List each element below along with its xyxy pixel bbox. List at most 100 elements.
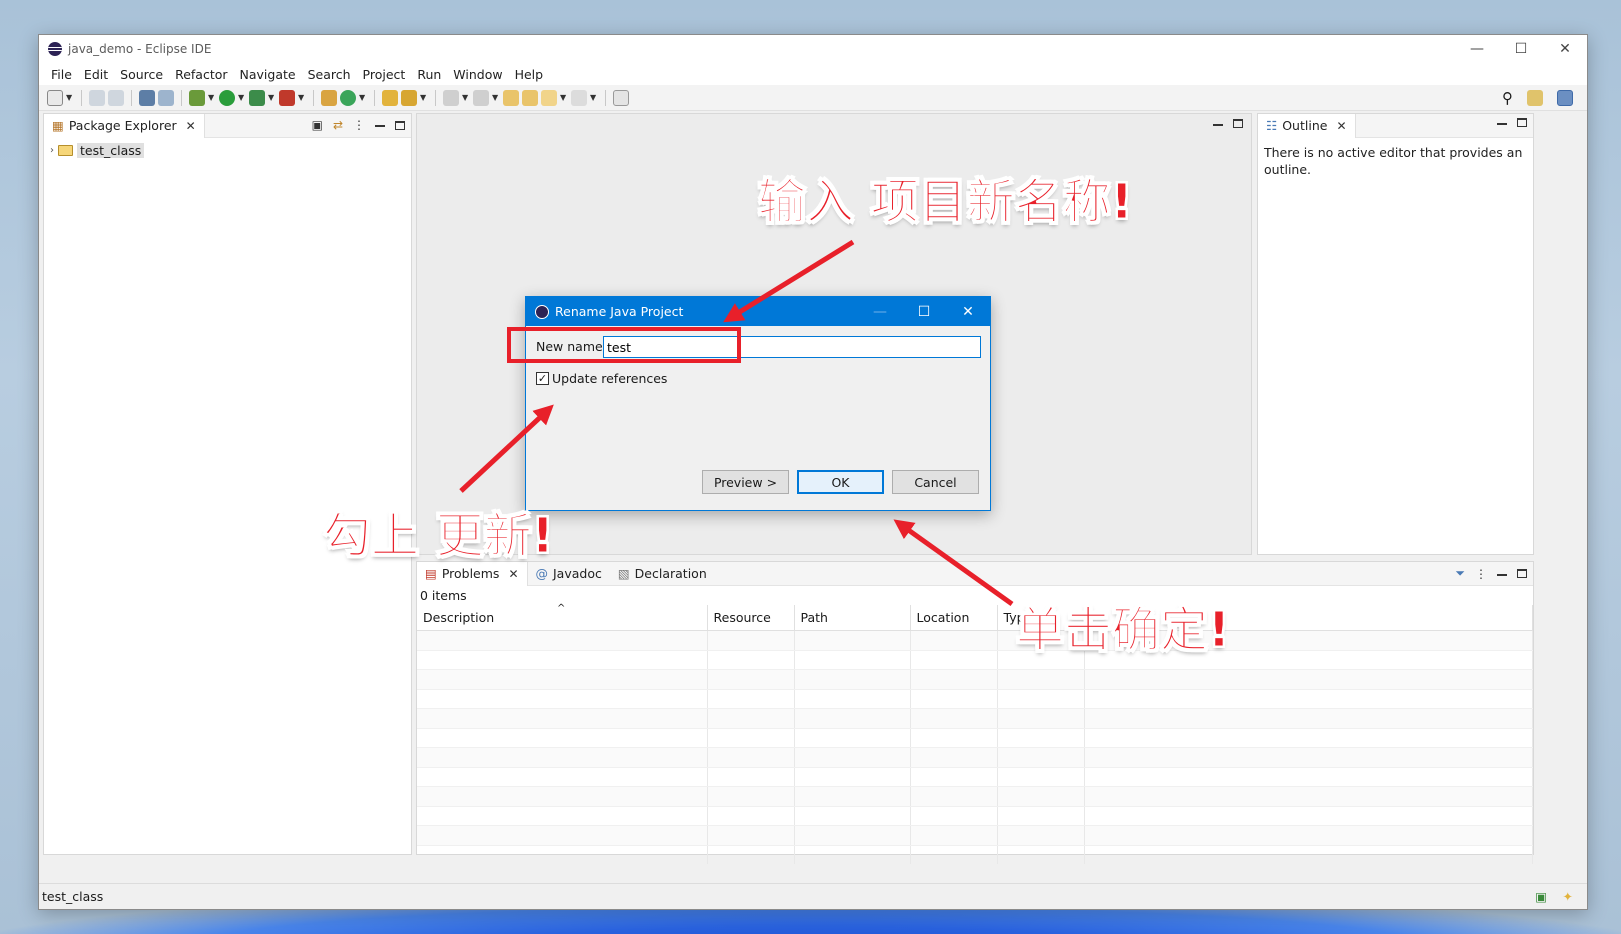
- column-location[interactable]: Location: [910, 605, 998, 631]
- column-description[interactable]: Description ^: [417, 603, 708, 631]
- close-icon[interactable]: ✕: [508, 567, 518, 581]
- table-row: [417, 728, 1533, 748]
- next-annotation-icon[interactable]: [443, 89, 459, 106]
- forward-edit-icon[interactable]: [522, 89, 538, 106]
- pin-editor-icon[interactable]: [613, 89, 629, 106]
- checkbox-checked-icon[interactable]: ✓: [536, 372, 549, 385]
- tab-declaration[interactable]: ▧ Declaration: [610, 562, 715, 586]
- minimize-view-icon[interactable]: [375, 125, 385, 128]
- close-button[interactable]: ✕: [1543, 35, 1587, 63]
- collapse-all-icon[interactable]: ▣: [312, 118, 323, 132]
- preview-button[interactable]: Preview >: [702, 470, 789, 494]
- column-resource[interactable]: Resource: [707, 605, 795, 631]
- close-icon[interactable]: ✕: [1336, 119, 1346, 133]
- java-perspective-icon[interactable]: [1557, 90, 1573, 106]
- open-type-icon[interactable]: [382, 89, 398, 106]
- dialog-title: Rename Java Project: [555, 304, 684, 319]
- maximize-editor-icon[interactable]: [1233, 119, 1243, 128]
- menu-source[interactable]: Source: [114, 67, 169, 82]
- tree-item-label: test_class: [77, 142, 145, 158]
- save-icon[interactable]: [89, 89, 105, 106]
- prev-annotation-icon[interactable]: [473, 89, 489, 106]
- dialog-maximize-icon[interactable]: ☐: [902, 297, 946, 326]
- tip-lightbulb-icon[interactable]: ✦: [1563, 889, 1573, 904]
- dialog-close-icon[interactable]: ✕: [946, 297, 990, 326]
- menu-project[interactable]: Project: [357, 67, 412, 82]
- minimize-view-icon[interactable]: [1497, 573, 1507, 577]
- next-annotation-dropdown-icon[interactable]: ▼: [462, 93, 470, 102]
- coverage-icon[interactable]: [249, 89, 265, 106]
- minimize-button[interactable]: —: [1455, 35, 1499, 63]
- chevron-right-icon[interactable]: ›: [50, 145, 54, 156]
- debug-icon[interactable]: [189, 89, 205, 106]
- tab-package-explorer[interactable]: ▦ Package Explorer ✕: [44, 113, 205, 138]
- maximize-button[interactable]: ☐: [1499, 35, 1543, 63]
- filter-icon[interactable]: ⏷: [1455, 566, 1465, 581]
- back-dropdown-icon[interactable]: ▼: [560, 93, 568, 102]
- save-all-icon[interactable]: [108, 89, 124, 106]
- menu-file[interactable]: File: [45, 67, 78, 82]
- run-icon[interactable]: [219, 89, 235, 106]
- maximize-view-icon[interactable]: [395, 120, 405, 130]
- view-menu-icon[interactable]: ⋮: [1475, 567, 1487, 581]
- window-title: java_demo - Eclipse IDE: [68, 42, 212, 56]
- minimize-view-icon[interactable]: [1497, 122, 1507, 126]
- outline-tools: [1497, 118, 1527, 127]
- outline-pane: ☷ Outline ✕ There is no active editor th…: [1257, 113, 1534, 555]
- search-tool-icon[interactable]: [401, 89, 417, 106]
- debug-dropdown-icon[interactable]: ▼: [208, 93, 216, 102]
- package-explorer-pane: ▦ Package Explorer ✕ ▣ ⇄ ⋮ › test_class: [43, 113, 412, 855]
- eclipse-logo-icon: [535, 304, 549, 319]
- coverage-dropdown-icon[interactable]: ▼: [268, 93, 276, 102]
- forward-dropdown-icon[interactable]: ▼: [590, 93, 598, 102]
- view-menu-icon[interactable]: ⋮: [353, 118, 365, 132]
- menu-search[interactable]: Search: [302, 67, 357, 82]
- annotation-enter-name: 输入 项目新名称!: [758, 174, 1134, 231]
- menu-window[interactable]: Window: [447, 67, 508, 82]
- back-icon[interactable]: [541, 89, 557, 106]
- external-tools-icon[interactable]: [279, 89, 295, 106]
- package-explorer-icon: ▦: [52, 118, 64, 133]
- menu-navigate[interactable]: Navigate: [234, 67, 302, 82]
- new-icon[interactable]: [47, 89, 63, 106]
- new-class-dropdown-icon[interactable]: ▼: [359, 93, 367, 102]
- update-references-checkbox[interactable]: ✓ Update references: [536, 371, 667, 386]
- menu-help[interactable]: Help: [509, 67, 550, 82]
- sync-status-icon[interactable]: ▣: [1535, 889, 1547, 904]
- run-dropdown-icon[interactable]: ▼: [238, 93, 246, 102]
- column-path[interactable]: Path: [794, 605, 911, 631]
- toolbar-separator: [131, 89, 132, 106]
- declaration-tab-label: Declaration: [634, 566, 707, 581]
- open-perspective-icon[interactable]: [1527, 90, 1543, 106]
- toolbar-separator: [181, 89, 182, 106]
- table-row: [417, 708, 1533, 729]
- toolbar-separator: [605, 89, 606, 106]
- search-dropdown-icon[interactable]: ▼: [420, 93, 428, 102]
- link-with-editor-icon[interactable]: ⇄: [333, 118, 343, 132]
- tab-outline[interactable]: ☷ Outline ✕: [1258, 113, 1356, 138]
- terminal-icon[interactable]: [139, 89, 155, 106]
- menu-refactor[interactable]: Refactor: [169, 67, 233, 82]
- new-java-class-icon[interactable]: [340, 89, 356, 106]
- tree-item-test-class[interactable]: › test_class: [44, 140, 411, 160]
- prev-annotation-dropdown-icon[interactable]: ▼: [492, 93, 500, 102]
- maximize-view-icon[interactable]: [1517, 569, 1527, 578]
- minimize-editor-icon[interactable]: [1213, 123, 1223, 127]
- skip-breakpoints-icon[interactable]: [158, 89, 174, 106]
- search-icon[interactable]: ⚲: [1502, 89, 1513, 107]
- toolbar-separator: [435, 89, 436, 106]
- ok-button[interactable]: OK: [797, 470, 884, 494]
- menu-run[interactable]: Run: [411, 67, 447, 82]
- forward-icon[interactable]: [571, 89, 587, 106]
- external-tools-dropdown-icon[interactable]: ▼: [298, 93, 306, 102]
- new-dropdown-icon[interactable]: ▼: [66, 93, 74, 102]
- maximize-view-icon[interactable]: [1517, 118, 1527, 127]
- close-icon[interactable]: ✕: [186, 119, 196, 133]
- new-java-package-icon[interactable]: [321, 89, 337, 106]
- menu-edit[interactable]: Edit: [78, 67, 114, 82]
- table-row: [417, 650, 1533, 670]
- cancel-button[interactable]: Cancel: [892, 470, 979, 494]
- last-edit-icon[interactable]: [503, 89, 519, 106]
- toolbar-right: ⚲: [1502, 89, 1573, 107]
- package-explorer-tools: ▣ ⇄ ⋮: [312, 118, 405, 132]
